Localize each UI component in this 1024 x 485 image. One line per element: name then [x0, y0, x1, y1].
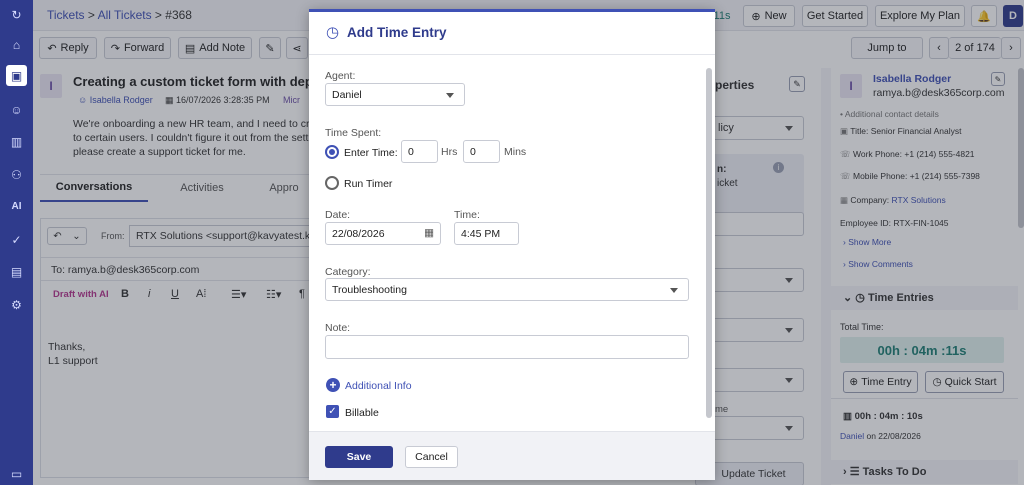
- category-label: Category:: [325, 266, 371, 278]
- date-input[interactable]: 22/08/2026 ▦: [325, 222, 441, 245]
- left-navigation: ↻ ⌂ ▣ ☺ ▥ ⚇ AI ✓ ▤ ⚙ ▭: [0, 0, 33, 485]
- chat-icon[interactable]: ▭: [6, 463, 27, 484]
- modal-header: ◷ Add Time Entry: [309, 12, 715, 55]
- category-select[interactable]: Troubleshooting: [325, 278, 689, 301]
- cancel-button[interactable]: Cancel: [405, 446, 458, 468]
- logo-icon[interactable]: ↻: [6, 4, 27, 25]
- note-label: Note:: [325, 322, 351, 334]
- community-icon[interactable]: ⚇: [6, 164, 27, 185]
- time-label: Time:: [454, 209, 480, 221]
- calendar-icon[interactable]: ▦: [424, 227, 434, 239]
- billable-label: Billable: [345, 407, 379, 419]
- additional-info-link[interactable]: Additional Info: [345, 380, 412, 392]
- save-button[interactable]: Save: [325, 446, 393, 468]
- knowledge-base-icon[interactable]: ▥: [6, 131, 27, 152]
- modal-title: Add Time Entry: [347, 25, 447, 40]
- date-label: Date:: [325, 209, 351, 221]
- ai-icon[interactable]: AI: [6, 196, 27, 217]
- modal-scrollbar[interactable]: [706, 68, 712, 418]
- enter-time-radio[interactable]: [325, 145, 339, 159]
- minutes-label: Mins: [504, 146, 527, 158]
- reports-icon[interactable]: ▤: [6, 261, 27, 282]
- note-input[interactable]: [325, 335, 689, 359]
- tasks-icon[interactable]: ✓: [6, 229, 27, 250]
- contacts-icon[interactable]: ☺: [6, 99, 27, 120]
- plus-circle-icon[interactable]: +: [326, 378, 340, 392]
- agent-label: Agent:: [325, 70, 356, 82]
- run-timer-label: Run Timer: [344, 178, 393, 190]
- minutes-input[interactable]: 0: [463, 140, 500, 163]
- modal-footer: Save Cancel: [309, 431, 715, 480]
- time-spent-label: Time Spent:: [325, 127, 382, 139]
- clock-icon: ◷: [326, 24, 340, 41]
- enter-time-label: Enter Time:: [344, 147, 398, 159]
- run-timer-radio[interactable]: [325, 176, 339, 190]
- tickets-icon[interactable]: ▣: [6, 65, 27, 86]
- hours-input[interactable]: 0: [401, 140, 438, 163]
- settings-icon[interactable]: ⚙: [6, 294, 27, 315]
- agent-select[interactable]: Daniel: [325, 83, 465, 106]
- time-input[interactable]: 4:45 PM: [454, 222, 519, 245]
- hours-label: Hrs: [441, 146, 458, 158]
- home-icon[interactable]: ⌂: [6, 34, 27, 55]
- billable-checkbox[interactable]: ✓: [326, 405, 339, 418]
- add-time-entry-modal: ◷ Add Time Entry Agent: Daniel Time Spen…: [309, 9, 715, 480]
